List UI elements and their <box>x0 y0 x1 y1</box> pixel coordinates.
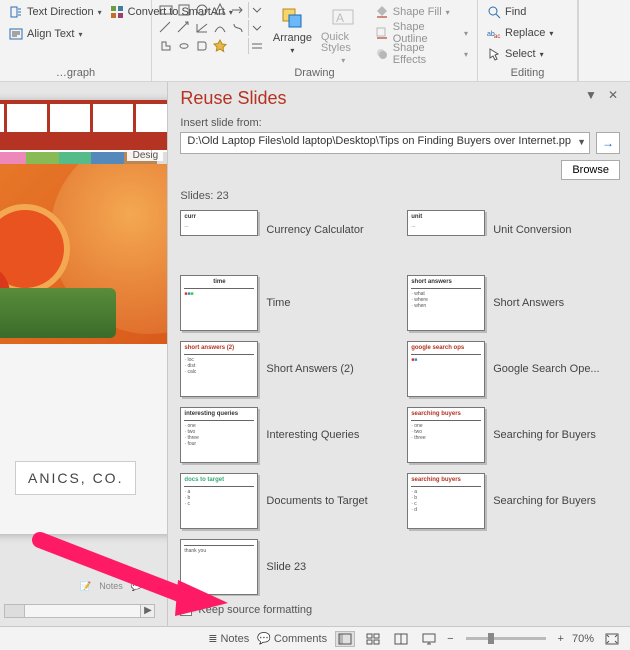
shape-fill-label: Shape Fill <box>393 6 442 18</box>
horizontal-scrollbar[interactable]: ▶ <box>4 604 155 618</box>
quick-styles-button[interactable]: A Quick Styles ▾ <box>321 2 366 64</box>
shape-effects-icon <box>375 47 389 61</box>
slide-item[interactable]: time■■■ Time <box>180 272 393 334</box>
find-button[interactable]: Find <box>484 2 571 22</box>
shape-fill-button[interactable]: Shape Fill ▾ <box>372 2 471 22</box>
scrollbar-right-arrow[interactable]: ▶ <box>140 605 154 617</box>
slides-count-label: Slides: 23 <box>180 190 620 202</box>
svg-text:ac: ac <box>494 34 500 40</box>
arrow-right-icon: → <box>602 136 614 150</box>
slide-item[interactable]: short answers (2)· loc· dist· calc Short… <box>180 338 393 400</box>
slide-item[interactable]: google search ops■■ Google Search Ope... <box>407 338 620 400</box>
slide-item[interactable]: searching buyers· a· b· c· d Searching f… <box>407 470 620 532</box>
ribbon-group-label-paragraph: …graph <box>0 67 151 79</box>
design-ideas-tag: Desig <box>127 150 163 161</box>
slide-item[interactable]: unit... Unit Conversion <box>407 206 620 236</box>
slide-item[interactable]: curr... Currency Calculator <box>180 206 393 236</box>
slide-item[interactable]: interesting queries· one· two· three· fo… <box>180 404 393 466</box>
zoom-out-button[interactable]: − <box>447 633 453 645</box>
ribbon-group-paragraph: Text Direction ▾ Align Text ▾ Convert to… <box>0 0 152 81</box>
comments-button[interactable]: 💬 Comments <box>257 632 327 645</box>
browse-button[interactable]: Browse <box>561 160 620 180</box>
mini-status-bar: 📝Notes 💬Comments <box>80 581 167 592</box>
notes-button[interactable]: ≣ Notes <box>208 632 249 645</box>
pane-close-button[interactable]: ✕ <box>606 88 620 102</box>
slide-item[interactable]: short answers· what· where· when Short A… <box>407 272 620 334</box>
sorter-view-button[interactable] <box>363 631 383 647</box>
slides-grid: curr... Currency Calculator unit... Unit… <box>180 206 620 596</box>
shape-gallery[interactable] <box>158 2 264 64</box>
reuse-slides-pane: Reuse Slides ▼ ✕ Insert slide from: D:\O… <box>167 82 630 626</box>
ribbon-group-editing: Find abac Replace ▾ Select ▾ Editing <box>478 0 578 81</box>
file-path-value: D:\Old Laptop Files\old laptop\Desktop\T… <box>187 135 571 147</box>
ribbon-group-label-editing: Editing <box>478 67 577 79</box>
arrange-button[interactable]: Arrange ▾ <box>270 2 315 64</box>
smartart-icon <box>110 5 124 19</box>
slide-item[interactable]: docs to target· a· b· c Documents to Tar… <box>180 470 393 532</box>
zoom-slider[interactable] <box>466 637 546 640</box>
fit-to-window-button[interactable] <box>602 631 622 647</box>
ribbon: Text Direction ▾ Align Text ▾ Convert to… <box>0 0 630 82</box>
slide-title-overlay: ANICS, CO. <box>16 462 135 494</box>
select-label: Select <box>505 48 536 60</box>
replace-label: Replace <box>505 27 545 39</box>
replace-button[interactable]: abac Replace ▾ <box>484 23 571 43</box>
reading-view-button[interactable] <box>391 631 411 647</box>
slide-item[interactable]: thank you Slide 23 <box>180 536 393 596</box>
slideshow-button[interactable] <box>419 631 439 647</box>
zoom-level-label: 70% <box>572 633 594 645</box>
quick-styles-label: Quick Styles <box>321 32 366 54</box>
select-icon <box>487 47 501 61</box>
align-text-label: Align Text <box>27 28 75 40</box>
shape-outline-button[interactable]: Shape Outline ▾ <box>372 23 471 43</box>
text-direction-label: Text Direction <box>27 6 94 18</box>
keep-source-label: Keep source formatting <box>198 604 312 616</box>
replace-icon: abac <box>487 26 501 40</box>
mini-notes-icon: 📝 <box>80 581 91 592</box>
find-label: Find <box>505 6 526 18</box>
scrollbar-thumb[interactable] <box>5 605 25 617</box>
go-button[interactable]: → <box>596 132 620 154</box>
ribbon-group-drawing: Arrange ▾ A Quick Styles ▾ Shape Fill ▾ … <box>152 0 478 81</box>
pane-title: Reuse Slides <box>180 88 286 109</box>
svg-text:A: A <box>336 11 344 25</box>
quick-styles-icon: A <box>331 6 355 30</box>
arrange-icon <box>280 6 304 30</box>
arrange-label: Arrange <box>273 32 312 44</box>
select-button[interactable]: Select ▾ <box>484 44 571 64</box>
align-text-button[interactable]: Align Text ▾ <box>6 24 105 44</box>
shape-outline-icon <box>375 26 389 40</box>
normal-view-button[interactable] <box>335 631 355 647</box>
shape-effects-label: Shape Effects <box>393 42 460 66</box>
main-area: Desig ANICS, CO. 📝Notes 💬Comments ▶ Reus… <box>0 82 630 626</box>
notes-icon: ≣ <box>208 632 217 645</box>
chevron-down-icon[interactable]: ▼ <box>577 137 586 147</box>
slide-editor-area: Desig ANICS, CO. 📝Notes 💬Comments ▶ <box>0 82 167 626</box>
text-direction-icon <box>9 5 23 19</box>
zoom-in-button[interactable]: + <box>558 633 564 645</box>
status-bar: ≣ Notes 💬 Comments − + 70% <box>0 626 630 650</box>
keep-source-formatting-row[interactable]: Keep source formatting <box>180 604 620 622</box>
file-path-input[interactable]: D:\Old Laptop Files\old laptop\Desktop\T… <box>180 132 590 154</box>
text-direction-button[interactable]: Text Direction ▾ <box>6 2 105 22</box>
comments-icon: 💬 <box>257 632 271 645</box>
pane-options-button[interactable]: ▼ <box>584 88 598 102</box>
keep-source-checkbox[interactable] <box>180 604 192 616</box>
insert-from-label: Insert slide from: <box>180 117 620 129</box>
align-text-icon <box>9 27 23 41</box>
slide-item[interactable]: searching buyers· one· two· three Search… <box>407 404 620 466</box>
shape-fill-icon <box>375 5 389 19</box>
shape-effects-button[interactable]: Shape Effects ▾ <box>372 44 471 64</box>
mini-comments-icon: 💬 <box>131 581 142 592</box>
ribbon-group-label-drawing: Drawing <box>152 67 477 79</box>
find-icon <box>487 5 501 19</box>
